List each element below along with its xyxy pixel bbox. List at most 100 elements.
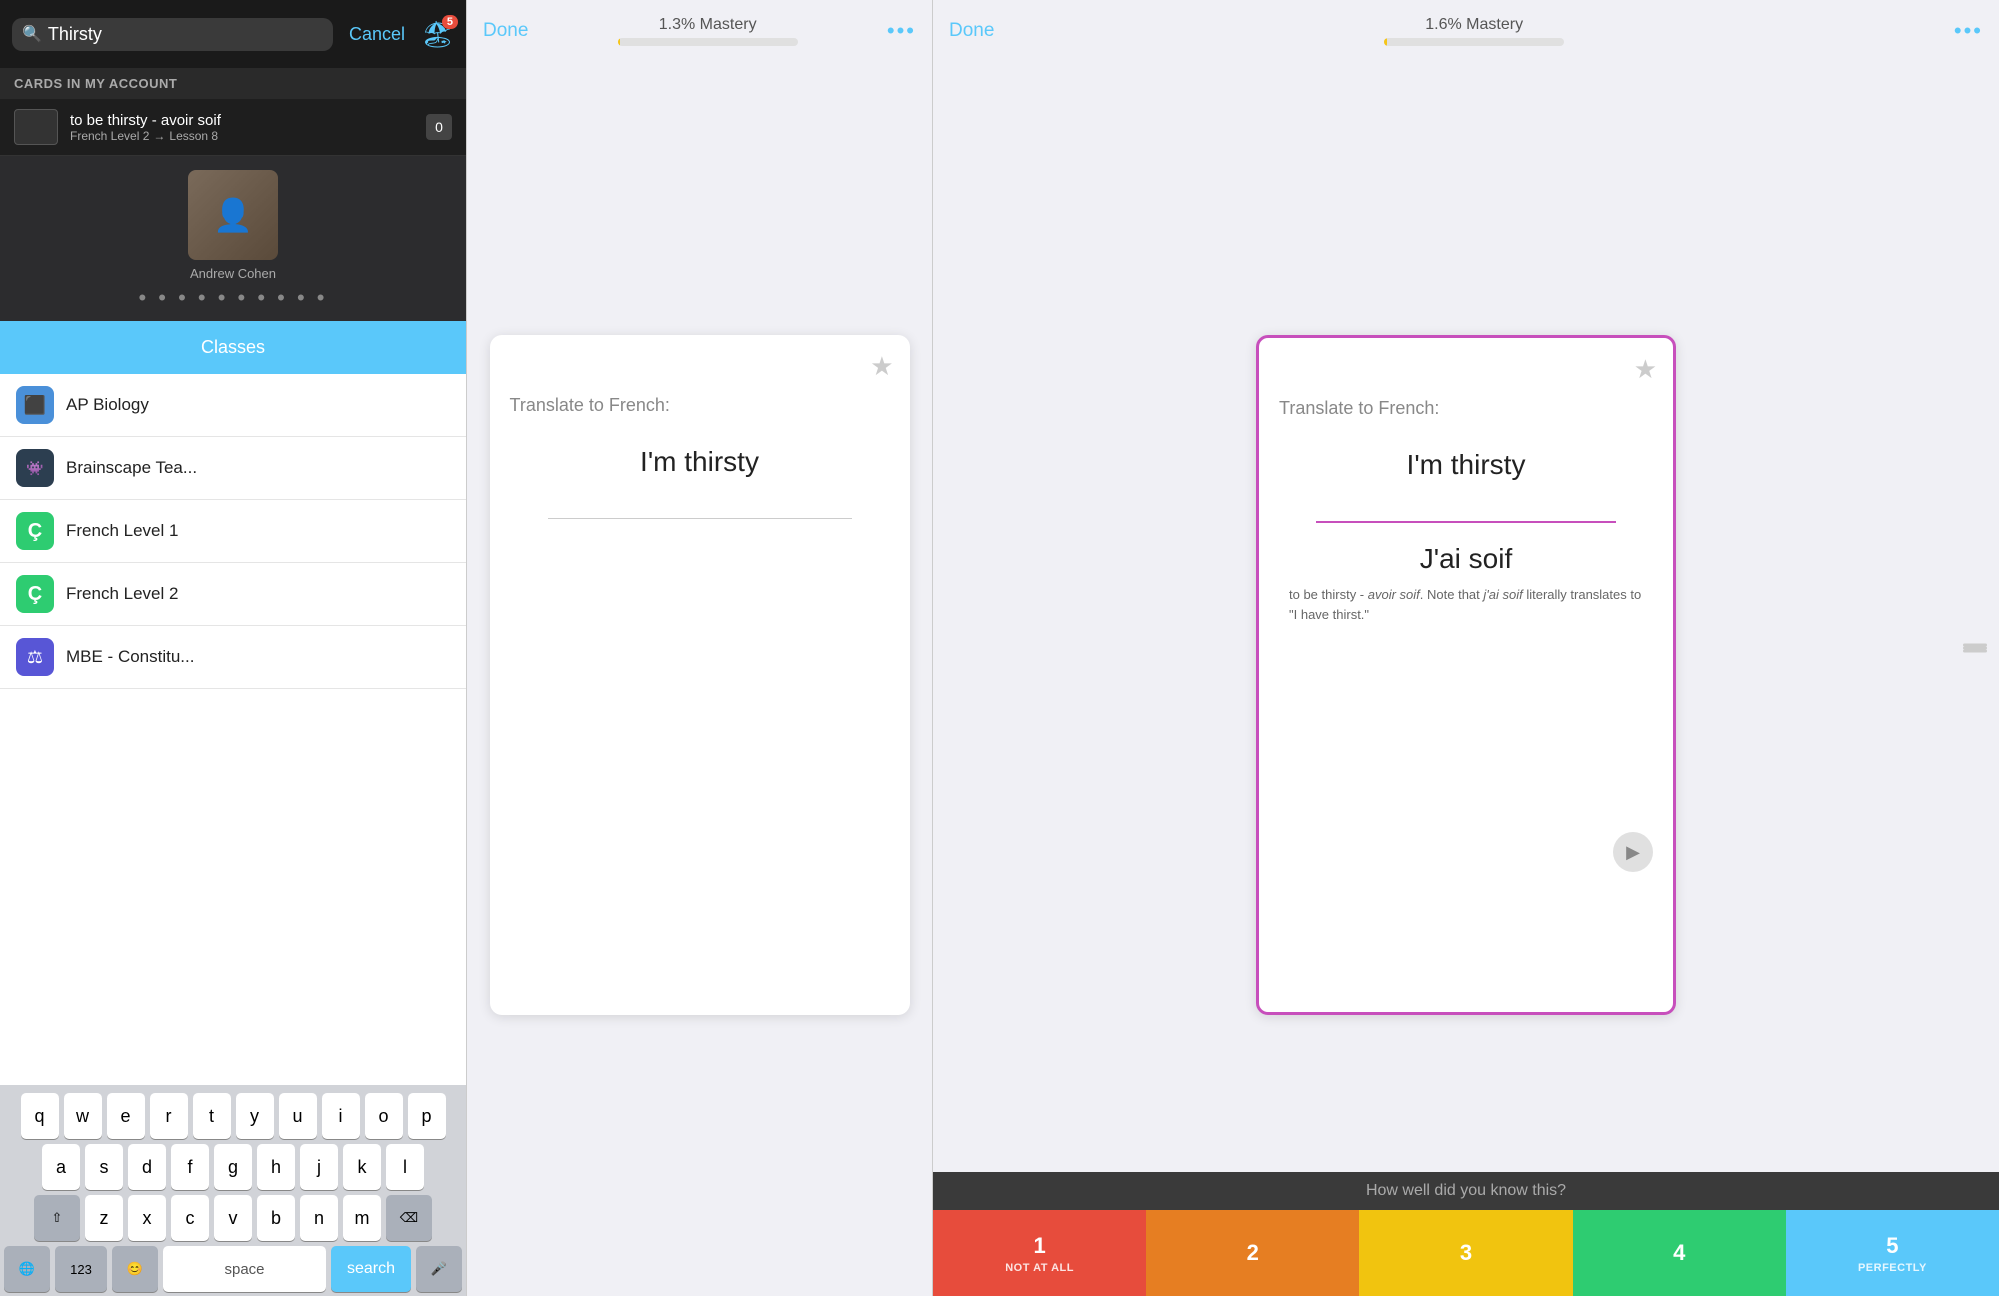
rating-num-1: 1 [1033,1233,1045,1259]
audio-button[interactable]: ▶ [1613,832,1653,872]
key-w[interactable]: w [64,1093,102,1139]
avatar: 👤 [188,170,278,260]
rating-5[interactable]: 5 PERFECTLY [1786,1210,1999,1296]
mastery-bar-wrap-2 [1384,38,1564,46]
cancel-button[interactable]: Cancel [341,20,413,49]
search-panel: 🔍 Cancel 🏖 5 CARDS IN MY ACCOUNT to be t… [0,0,466,1296]
key-f[interactable]: f [171,1144,209,1190]
key-backspace[interactable]: ⌫ [386,1195,432,1241]
rating-3[interactable]: 3 [1359,1210,1572,1296]
card-answer-line-1 [548,518,852,519]
key-c[interactable]: c [171,1195,209,1241]
done-button-1[interactable]: Done [483,20,528,42]
rating-4[interactable]: 4 [1573,1210,1786,1296]
search-input[interactable] [48,24,323,45]
card-answer-text: J'ai soif [1279,543,1653,575]
class-item-brainscape[interactable]: 👾 Brainscape Tea... [0,437,466,500]
rating-num-3: 3 [1460,1240,1472,1266]
keyboard-row-3: ⇧ z x c v b n m ⌫ [4,1195,462,1241]
mastery-section-2: 1.6% Mastery [994,16,1953,46]
card-thumbnail [14,109,58,145]
classes-button[interactable]: Classes [0,321,466,374]
key-n[interactable]: n [300,1195,338,1241]
rating-num-2: 2 [1247,1240,1259,1266]
key-p[interactable]: p [408,1093,446,1139]
class-icon-french2: Ç [16,575,54,613]
mastery-bar-2 [1384,38,1387,46]
class-name-brainscape: Brainscape Tea... [66,458,197,478]
key-mic[interactable]: 🎤 [416,1246,462,1292]
star-icon-1[interactable]: ★ [870,351,893,382]
search-icon: 🔍 [22,24,42,44]
mastery-bar-wrap-1 [618,38,798,46]
key-d[interactable]: d [128,1144,166,1190]
class-name-french2: French Level 2 [66,584,178,604]
key-b[interactable]: b [257,1195,295,1241]
notification-button[interactable]: 🏖 5 [421,19,454,50]
key-search[interactable]: search [331,1246,411,1292]
class-name-ap-biology: AP Biology [66,395,149,415]
search-input-wrap[interactable]: 🔍 [12,18,333,51]
class-item-ap-biology[interactable]: ⬛ AP Biology [0,374,466,437]
mastery-section-1: 1.3% Mastery [528,16,886,46]
keyboard-row-2: a s d f g h j k l [4,1144,462,1190]
flashcard-area-2: ★ Translate to French: I'm thirsty ▶ J'a… [933,54,1999,1296]
key-z[interactable]: z [85,1195,123,1241]
key-u[interactable]: u [279,1093,317,1139]
profile-name: Andrew Cohen [190,266,276,281]
key-l[interactable]: l [386,1144,424,1190]
card-result-item[interactable]: to be thirsty - avoir soif French Level … [0,99,466,156]
class-item-mbe[interactable]: ⚖ MBE - Constitu... [0,626,466,689]
rating-label-1: NOT AT ALL [1005,1262,1074,1274]
card-title: to be thirsty - avoir soif [70,112,414,129]
done-button-2[interactable]: Done [949,20,994,42]
avatar-image: 👤 [188,170,278,260]
card-count-badge: 0 [426,114,452,140]
key-e[interactable]: e [107,1093,145,1139]
key-a[interactable]: a [42,1144,80,1190]
class-item-french1[interactable]: Ç French Level 1 [0,500,466,563]
card-question-2: I'm thirsty [1279,449,1653,481]
key-q[interactable]: q [21,1093,59,1139]
rating-label-5: PERFECTLY [1858,1262,1927,1274]
key-j[interactable]: j [300,1144,338,1190]
card-question-1: I'm thirsty [510,446,890,478]
key-t[interactable]: t [193,1093,231,1139]
more-button-1[interactable]: ••• [887,18,916,44]
key-o[interactable]: o [365,1093,403,1139]
card-subtitle: French Level 2 → Lesson 8 [70,129,414,143]
key-h[interactable]: h [257,1144,295,1190]
keyboard-row-bottom: 🌐 123 😊 space search 🎤 [4,1246,462,1292]
more-button-2[interactable]: ••• [1954,18,1983,44]
class-item-french2[interactable]: Ç French Level 2 [0,563,466,626]
key-r[interactable]: r [150,1093,188,1139]
key-g[interactable]: g [214,1144,252,1190]
key-emoji[interactable]: 😊 [112,1246,158,1292]
key-space[interactable]: space [163,1246,326,1292]
key-x[interactable]: x [128,1195,166,1241]
key-shift[interactable]: ⇧ [34,1195,80,1241]
key-i[interactable]: i [322,1093,360,1139]
mastery-title-1: 1.3% Mastery [659,16,757,34]
flashcard-1: ★ Translate to French: I'm thirsty [490,335,910,1015]
key-s[interactable]: s [85,1144,123,1190]
key-y[interactable]: y [236,1093,274,1139]
cards-section-label: CARDS IN MY ACCOUNT [0,68,466,99]
rating-2[interactable]: 2 [1146,1210,1359,1296]
key-v[interactable]: v [214,1195,252,1241]
study-header-1: Done 1.3% Mastery ••• [467,0,932,54]
key-k[interactable]: k [343,1144,381,1190]
key-globe[interactable]: 🌐 [4,1246,50,1292]
rating-1[interactable]: 1 NOT AT ALL [933,1210,1146,1296]
class-icon-brainscape: 👾 [16,449,54,487]
study-header-2: Done 1.6% Mastery ••• [933,0,1999,54]
mastery-title-2: 1.6% Mastery [1425,16,1523,34]
card-prompt-2: Translate to French: [1279,398,1653,419]
star-icon-2[interactable]: ★ [1634,354,1657,385]
key-m[interactable]: m [343,1195,381,1241]
rating-bar: 1 NOT AT ALL 2 3 4 5 PERFECTLY [933,1210,1999,1296]
mastery-bar-1 [618,38,620,46]
class-icon-ap-biology: ⬛ [16,386,54,424]
card-text: to be thirsty - avoir soif French Level … [70,112,414,143]
key-numbers[interactable]: 123 [55,1246,107,1292]
